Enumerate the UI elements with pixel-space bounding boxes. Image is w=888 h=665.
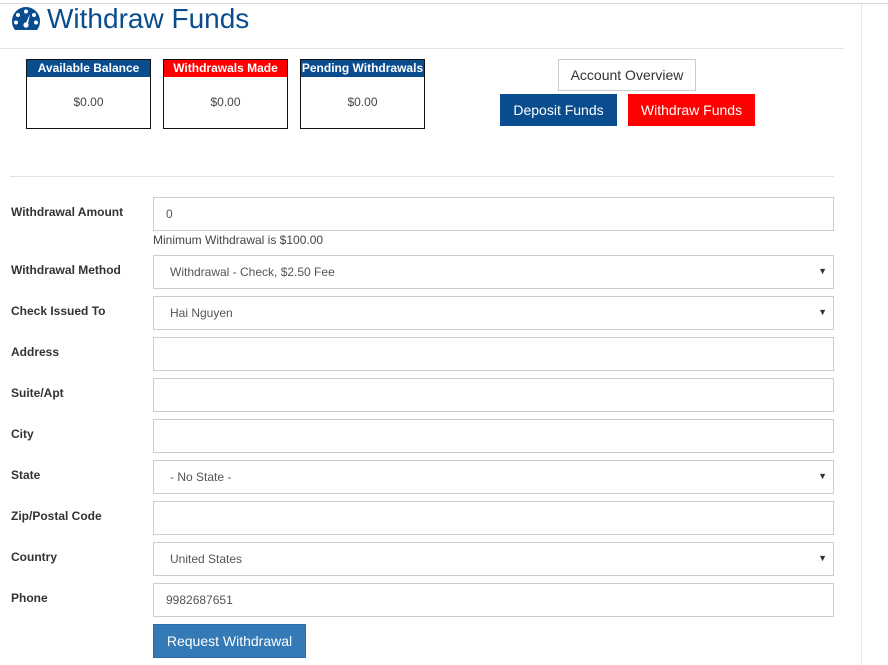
stat-label: Withdrawals Made — [164, 60, 287, 77]
country-select[interactable]: United States ▼ — [153, 542, 834, 576]
caret-down-icon: ▼ — [818, 553, 827, 563]
caret-down-icon: ▼ — [818, 266, 827, 276]
suite-apt-label: Suite/Apt — [11, 386, 64, 400]
suite-apt-input[interactable] — [153, 378, 834, 412]
caret-down-icon: ▼ — [818, 307, 827, 317]
city-label: City — [11, 427, 34, 441]
request-withdrawal-button[interactable]: Request Withdrawal — [153, 624, 306, 658]
stat-label: Pending Withdrawals — [301, 60, 424, 77]
page-header: Withdraw Funds — [10, 3, 249, 35]
withdrawal-method-label: Withdrawal Method — [11, 263, 121, 277]
phone-input[interactable] — [153, 583, 834, 617]
stat-value: $0.00 — [210, 95, 241, 109]
page-title: Withdraw Funds — [47, 3, 250, 34]
dashboard-icon — [11, 7, 41, 30]
zip-input[interactable] — [153, 501, 834, 535]
stat-withdrawals-made: Withdrawals Made $0.00 — [163, 59, 288, 129]
check-issued-to-value: Hai Nguyen — [170, 306, 233, 320]
withdraw-funds-button[interactable]: Withdraw Funds — [628, 94, 755, 126]
state-label: State — [11, 468, 41, 482]
state-select[interactable]: - No State - ▼ — [153, 460, 834, 494]
caret-down-icon: ▼ — [818, 471, 827, 481]
country-value: United States — [170, 552, 243, 566]
address-input[interactable] — [153, 337, 834, 371]
phone-label: Phone — [11, 591, 48, 605]
account-overview-button[interactable]: Account Overview — [558, 59, 696, 91]
stat-label: Available Balance — [27, 60, 150, 77]
stat-value: $0.00 — [347, 95, 378, 109]
city-input[interactable] — [153, 419, 834, 453]
stat-pending-withdrawals: Pending Withdrawals $0.00 — [300, 59, 425, 129]
country-label: Country — [11, 550, 57, 564]
withdrawal-amount-help: Minimum Withdrawal is $100.00 — [153, 233, 324, 247]
deposit-funds-button[interactable]: Deposit Funds — [500, 94, 617, 126]
header-divider — [0, 48, 844, 49]
withdrawal-method-value: Withdrawal - Check, $2.50 Fee — [170, 265, 335, 279]
withdrawal-amount-label: Withdrawal Amount — [11, 205, 124, 219]
address-label: Address — [11, 345, 60, 359]
check-issued-to-label: Check Issued To — [11, 304, 106, 318]
stat-value: $0.00 — [73, 95, 104, 109]
right-border — [861, 4, 862, 665]
zip-label: Zip/Postal Code — [11, 509, 102, 523]
state-value: - No State - — [170, 470, 232, 484]
check-issued-to-select[interactable]: Hai Nguyen ▼ — [153, 296, 834, 330]
stat-available-balance: Available Balance $0.00 — [26, 59, 151, 129]
form-divider — [10, 176, 834, 177]
withdrawal-amount-input[interactable] — [153, 197, 834, 231]
withdrawal-method-select[interactable]: Withdrawal - Check, $2.50 Fee ▼ — [153, 255, 834, 289]
